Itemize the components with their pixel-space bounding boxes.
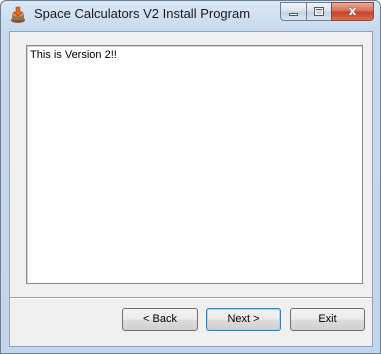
minimize-icon <box>289 13 298 16</box>
close-icon: x <box>348 4 357 18</box>
back-button[interactable]: < Back <box>122 308 198 331</box>
maximize-icon <box>314 7 324 16</box>
installer-window: Space Calculators V2 Install Program x T… <box>0 0 381 354</box>
info-text-box[interactable]: This is Version 2!! <box>26 45 363 284</box>
separator <box>10 297 372 299</box>
next-button[interactable]: Next > <box>206 308 281 331</box>
close-button[interactable]: x <box>331 2 374 21</box>
caption-buttons: x <box>280 2 374 21</box>
exit-button[interactable]: Exit <box>290 308 365 331</box>
info-text: This is Version 2!! <box>30 49 117 61</box>
installer-icon <box>8 5 28 25</box>
minimize-button[interactable] <box>280 2 306 21</box>
dialog-body: This is Version 2!! < Back Next > Exit <box>9 31 373 347</box>
maximize-button[interactable] <box>306 2 331 21</box>
window-title: Space Calculators V2 Install Program <box>34 6 251 21</box>
title-bar[interactable]: Space Calculators V2 Install Program x <box>1 1 380 29</box>
